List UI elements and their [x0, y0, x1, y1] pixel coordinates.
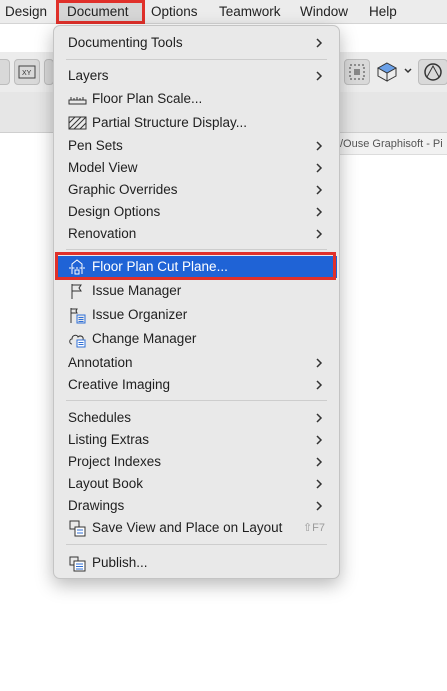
- menu-item-label: Issue Manager: [92, 283, 182, 298]
- menu-item-label: Pen Sets: [68, 138, 123, 153]
- menu-item-label: Model View: [68, 160, 138, 175]
- circle-tool-icon: [424, 63, 442, 81]
- menu-item-label: Floor Plan Scale...: [92, 91, 203, 106]
- menu-item-project-indexes[interactable]: Project Indexes: [56, 451, 337, 473]
- menu-item-listing-extras[interactable]: Listing Extras: [56, 429, 337, 451]
- menu-item-issue-organizer[interactable]: Issue Organizer: [56, 304, 337, 326]
- ruler-icon: [68, 97, 87, 105]
- menu-item-label: Renovation: [68, 226, 137, 241]
- menubar-help[interactable]: Help: [369, 3, 397, 21]
- menu-item-label: Project Indexes: [68, 454, 162, 469]
- menu-item-label: Schedules: [68, 410, 132, 425]
- menu-item-change-manager[interactable]: Change Manager: [56, 328, 337, 350]
- menu-item-creative-imaging[interactable]: Creative Imaging: [56, 374, 337, 396]
- project-title: /Ouse Graphisoft - Pi: [340, 138, 443, 150]
- menu-item-floor-plan-scale[interactable]: Floor Plan Scale...: [56, 88, 337, 110]
- chevron-right-icon: [316, 479, 323, 489]
- chevron-right-icon: [316, 413, 323, 423]
- menu-item-label: Graphic Overrides: [68, 182, 178, 197]
- menu-item-publish[interactable]: Publish...: [56, 552, 337, 574]
- menu-separator: [66, 544, 327, 545]
- toolbar-dropdown-left[interactable]: [0, 59, 10, 85]
- svg-text:XY: XY: [22, 70, 32, 77]
- menubar-document[interactable]: Document: [67, 3, 129, 21]
- chevron-down-icon: [404, 68, 412, 74]
- menu-item-annotation[interactable]: Annotation: [56, 352, 337, 374]
- chevron-right-icon: [316, 501, 323, 511]
- xy-coordinates-button[interactable]: XY: [14, 59, 40, 85]
- chevron-right-icon: [316, 435, 323, 445]
- menu-item-label: Design Options: [68, 204, 161, 219]
- cube-icon: [376, 62, 398, 82]
- menu-item-label: Annotation: [68, 355, 133, 370]
- menu-item-label: Issue Organizer: [92, 307, 188, 322]
- chevron-right-icon: [316, 207, 323, 217]
- toolbar-circle-button[interactable]: [418, 59, 447, 85]
- chevron-right-icon: [316, 185, 323, 195]
- highlight-outline: [55, 252, 336, 280]
- menubar-options[interactable]: Options: [151, 3, 198, 21]
- menu-separator: [66, 59, 327, 60]
- menu-item-renovation[interactable]: Renovation: [56, 223, 337, 245]
- menu-item-pen-sets[interactable]: Pen Sets: [56, 135, 337, 157]
- menu-item-design-options[interactable]: Design Options: [56, 201, 337, 223]
- chevron-right-icon: [316, 457, 323, 467]
- menu-item-layers[interactable]: Layers: [56, 65, 337, 87]
- menu-item-label: Listing Extras: [68, 432, 150, 447]
- menu-item-label: Documenting Tools: [68, 35, 183, 50]
- cloud-change-icon: [69, 334, 86, 348]
- menu-item-documenting-tools[interactable]: Documenting Tools: [56, 32, 337, 54]
- publish-icon: [69, 556, 86, 572]
- menu-item-label: Layers: [68, 68, 109, 83]
- chevron-right-icon: [316, 71, 323, 81]
- menu-bar: Design Document Options Teamwork Window …: [0, 0, 447, 24]
- menu-item-label: Creative Imaging: [68, 377, 171, 392]
- document-menu: Documenting Tools Layers Floor Plan Scal…: [53, 25, 340, 579]
- toolbar-dropdown-3[interactable]: [403, 59, 413, 85]
- tab-strip: /Ouse Graphisoft - Pi: [340, 133, 447, 155]
- chevron-right-icon: [316, 380, 323, 390]
- chevron-right-icon: [316, 141, 323, 151]
- save-view-icon: [69, 520, 86, 537]
- menu-item-schedules[interactable]: Schedules: [56, 407, 337, 429]
- hatch-icon: [68, 116, 87, 130]
- menubar-teamwork[interactable]: Teamwork: [219, 3, 281, 21]
- selection-tool-button[interactable]: [344, 59, 370, 85]
- chevron-right-icon: [316, 38, 323, 48]
- view-3d-button[interactable]: [374, 59, 400, 85]
- menu-item-drawings[interactable]: Drawings: [56, 495, 337, 517]
- menu-item-label: Layout Book: [68, 476, 144, 491]
- menu-item-graphic-overrides[interactable]: Graphic Overrides: [56, 179, 337, 201]
- menu-item-label: Drawings: [68, 498, 125, 513]
- issue-list-icon: [70, 308, 86, 324]
- menu-item-label: Change Manager: [92, 331, 197, 346]
- shortcut-label: ⇧F7: [302, 522, 325, 534]
- chevron-right-icon: [316, 163, 323, 173]
- screen: Design Document Options Teamwork Window …: [0, 0, 447, 691]
- menubar-window[interactable]: Window: [300, 3, 348, 21]
- flag-icon: [71, 284, 82, 299]
- menu-item-label: Partial Structure Display...: [92, 115, 248, 130]
- menu-item-label: Save View and Place on Layout: [92, 520, 283, 535]
- menu-item-model-view[interactable]: Model View: [56, 157, 337, 179]
- chevron-right-icon: [316, 358, 323, 368]
- menu-separator: [66, 249, 327, 250]
- menu-item-save-view-and-place[interactable]: Save View and Place on Layout ⇧F7: [56, 517, 337, 539]
- menu-item-label: Publish...: [92, 555, 148, 570]
- menu-item-issue-manager[interactable]: Issue Manager: [56, 280, 337, 302]
- chevron-right-icon: [316, 229, 323, 239]
- marquee-icon: [349, 64, 365, 80]
- menu-separator: [66, 400, 327, 401]
- menu-item-layout-book[interactable]: Layout Book: [56, 473, 337, 495]
- menu-item-partial-structure-display[interactable]: Partial Structure Display...: [56, 112, 337, 134]
- xy-icon: XY: [18, 65, 36, 79]
- menubar-design[interactable]: Design: [5, 3, 47, 21]
